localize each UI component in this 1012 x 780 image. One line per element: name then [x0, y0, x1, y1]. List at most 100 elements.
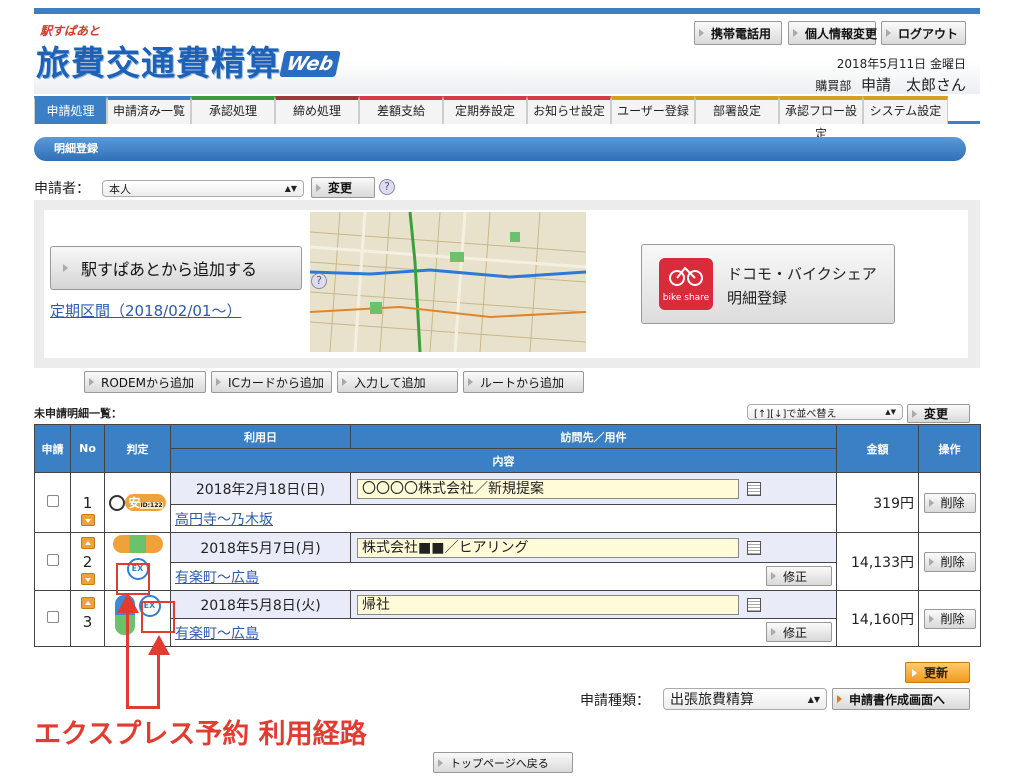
delete-label: 削除 — [940, 496, 965, 510]
purpose-input[interactable]: 帰社 — [357, 594, 739, 615]
tab-item[interactable]: 承認フロー設定 — [779, 96, 863, 141]
route-add-button[interactable]: ルートから追加 — [463, 371, 584, 393]
help-icon[interactable]: ? — [311, 273, 327, 289]
play-icon — [793, 29, 798, 37]
apply-checkbox[interactable] — [46, 554, 59, 566]
row-number: 2 — [82, 552, 93, 571]
tab-item[interactable]: ユーザー登録 — [611, 96, 695, 124]
use-date: 2018年2月18日(日) — [170, 472, 351, 505]
help-icon[interactable]: ? — [379, 179, 395, 195]
use-date: 2018年5月7日(月) — [170, 532, 351, 563]
applicant-select[interactable]: 本人 ▲▼ — [102, 180, 304, 197]
sort-select[interactable]: [↑][↓]で並べ替え ▲▼ — [747, 404, 903, 420]
profile-button[interactable]: 個人情報変更 — [788, 21, 878, 45]
amount: 319円 — [836, 472, 919, 533]
delete-button[interactable]: 削除 — [923, 608, 976, 629]
delete-label: 削除 — [940, 612, 965, 626]
delete-button[interactable]: 削除 — [923, 492, 976, 513]
purpose-input[interactable]: 株式会社■■／ヒアリング — [357, 537, 739, 558]
create-application-button[interactable]: 申請書作成画面へ — [832, 688, 970, 710]
select-arrows-icon: ▲▼ — [885, 408, 896, 416]
purpose-input[interactable]: 〇〇〇〇株式会社／新規提案 — [357, 478, 739, 499]
bike-share-line1: ドコモ・バイクシェア — [727, 265, 877, 283]
apply-checkbox[interactable] — [46, 495, 59, 507]
header-op: 操作 — [918, 424, 981, 473]
logo-web-badge: Web — [279, 51, 341, 77]
calendar-icon[interactable] — [747, 481, 761, 496]
applicant-change-button[interactable]: 変更 — [311, 177, 375, 198]
table-row: 1 安ID:122 2018年2月18日(日) 〇〇〇〇株式会社／新規提案 31… — [34, 472, 981, 533]
sort-change-button[interactable]: 変更 — [907, 404, 970, 423]
highlight-box — [116, 563, 150, 595]
multi-judge-icons — [112, 535, 163, 553]
manual-add-button[interactable]: 入力して追加 — [337, 371, 458, 393]
select-arrows-icon: ▲▼ — [284, 184, 297, 193]
back-to-top-button[interactable]: トップページへ戻る — [433, 752, 573, 773]
amount: 14,160円 — [836, 590, 919, 647]
tab-item[interactable]: 承認処理 — [191, 96, 275, 124]
move-down-icon[interactable] — [80, 572, 95, 585]
tab-item[interactable]: お知らせ設定 — [527, 96, 611, 124]
sort-value: [↑][↓]で並べ替え — [754, 408, 837, 420]
tab-item[interactable]: システム設定 — [863, 96, 948, 124]
ekispert-add-button[interactable]: 駅すぱあとから追加する — [50, 246, 302, 290]
sort-change-label: 変更 — [924, 407, 949, 421]
route-link[interactable]: 有楽町〜広島 — [175, 570, 259, 586]
row-number: 1 — [82, 494, 93, 512]
fix-route-button[interactable]: 修正 — [766, 566, 832, 586]
profile-button-label: 個人情報変更 — [805, 26, 878, 41]
annotation-arrow-icon — [148, 635, 170, 655]
annotation-text: エクスプレス予約 利用経路 — [34, 719, 367, 750]
use-date: 2018年5月8日(火) — [170, 590, 351, 619]
calendar-icon[interactable] — [747, 597, 761, 612]
play-icon — [837, 695, 842, 703]
apply-type-select[interactable]: 出張旅費精算 ▲▼ — [663, 688, 827, 710]
play-icon — [771, 628, 776, 636]
safe-badge-text: 安 — [128, 496, 141, 510]
tab-item[interactable]: 差額支給 — [359, 96, 443, 124]
user-info: 購買部 申請 太郎さん — [690, 74, 966, 95]
rodem-add-button[interactable]: RODEMから追加 — [84, 371, 206, 393]
annotation-line — [126, 706, 160, 709]
tab-item[interactable]: 申請済み一覧 — [107, 96, 191, 124]
delete-button[interactable]: 削除 — [923, 551, 976, 572]
tab-item[interactable]: 締め処理 — [275, 96, 359, 124]
teiki-link[interactable]: 定期区間（2018/02/01〜） — [50, 300, 241, 321]
mobile-button-label: 携帯電話用 — [711, 26, 772, 41]
tab-item[interactable]: 定期券設定 — [443, 96, 527, 124]
apply-checkbox[interactable] — [46, 611, 59, 623]
move-up-icon[interactable] — [80, 597, 95, 609]
delete-label: 削除 — [940, 555, 965, 569]
manual-add-label: 入力して追加 — [354, 375, 426, 390]
play-icon — [771, 572, 776, 580]
bike-share-icon-text: bike share — [662, 293, 710, 303]
tab-item[interactable]: 申請処理 — [34, 96, 107, 124]
route-link[interactable]: 高円寺〜乃木坂 — [175, 512, 273, 528]
table-row: 3 EX 2018年5月8日(火) 帰社 14,160円 削除 — [34, 590, 981, 647]
applicant-label: 申請者： — [34, 181, 90, 197]
header-content: 内容 — [170, 448, 837, 473]
play-icon — [342, 378, 347, 386]
fix-label: 修正 — [783, 569, 808, 584]
calendar-icon[interactable] — [747, 540, 761, 555]
change-label: 変更 — [328, 181, 353, 195]
logout-button-label: ログアウト — [898, 26, 959, 41]
route-link[interactable]: 有楽町〜広島 — [175, 626, 259, 642]
expense-table: 申請 No 判定 利用日 訪問先／用件 金額 操作 内容 1 安ID:122 2… — [34, 424, 981, 647]
header-judge: 判定 — [104, 424, 171, 473]
bike-share-text: ドコモ・バイクシェア 明細登録 — [727, 262, 877, 310]
bicycle-icon — [669, 266, 703, 286]
fix-route-button[interactable]: 修正 — [766, 622, 832, 642]
move-down-icon[interactable] — [80, 514, 95, 526]
header-date: 利用日 — [170, 424, 351, 449]
header-visit: 訪問先／用件 — [350, 424, 837, 449]
ic-card-add-button[interactable]: ICカードから追加 — [211, 371, 332, 393]
tab-item[interactable]: 部署設定 — [695, 96, 779, 124]
user-name: 申請 太郎さん — [860, 76, 966, 94]
update-button[interactable]: 更新 — [905, 662, 970, 683]
move-up-icon[interactable] — [80, 536, 95, 549]
logout-button[interactable]: ログアウト — [881, 21, 966, 45]
play-icon — [928, 498, 934, 507]
back-to-top-label: トップページへ戻る — [450, 756, 549, 770]
mobile-button[interactable]: 携帯電話用 — [694, 21, 782, 45]
